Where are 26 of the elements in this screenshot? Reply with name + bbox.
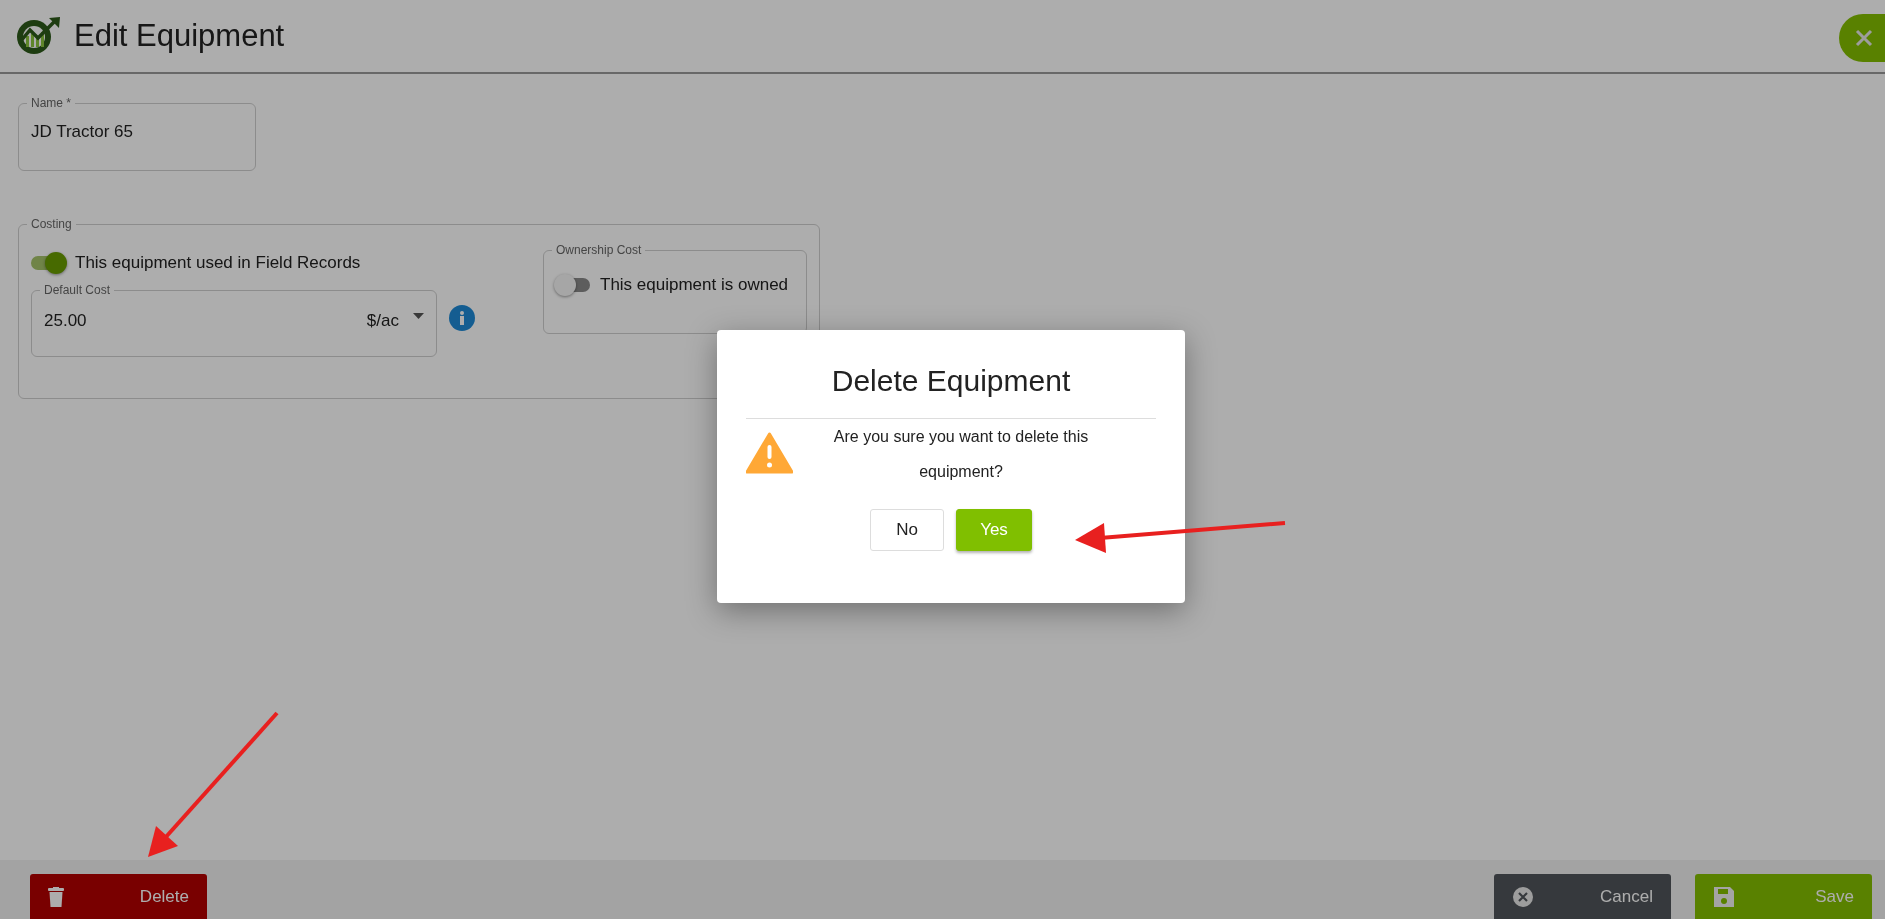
dialog-title: Delete Equipment xyxy=(831,364,1071,398)
default-cost-field[interactable]: Default Cost 25.00 $/ac xyxy=(31,283,437,357)
field-label: Default Cost xyxy=(43,283,112,297)
close-button[interactable] xyxy=(1839,14,1885,62)
field-label: Name * xyxy=(30,96,72,110)
info-icon[interactable] xyxy=(449,305,475,331)
unit-dropdown[interactable]: $/ac xyxy=(366,297,399,331)
close-icon xyxy=(1854,28,1874,48)
gear-chart-logo-icon xyxy=(14,16,62,56)
cancel-button[interactable]: Cancel xyxy=(1494,874,1671,919)
name-field[interactable]: Name * JD Tractor 65 xyxy=(18,96,256,171)
dismiss-button[interactable]: No xyxy=(870,509,944,551)
toggle-label: This equipment used in Field Records xyxy=(75,253,361,273)
panel-legend: Ownership Cost xyxy=(552,243,646,257)
close-circle-icon xyxy=(1512,885,1534,908)
trash-icon xyxy=(48,886,64,907)
dialog-message: Are you sure you want to delete this equipment? xyxy=(832,427,1090,482)
toggle-label: This equipment is owned xyxy=(600,275,789,295)
warning-icon xyxy=(746,432,793,474)
panel-legend: Costing xyxy=(27,217,76,231)
field-value: JD Tractor 65 xyxy=(31,121,135,142)
page-title: Edit Equipment xyxy=(74,18,285,54)
field-value: 25.00 xyxy=(44,310,87,331)
delete-button[interactable]: Delete xyxy=(30,874,207,919)
caret-icon xyxy=(413,313,424,319)
save-icon xyxy=(1713,885,1735,908)
